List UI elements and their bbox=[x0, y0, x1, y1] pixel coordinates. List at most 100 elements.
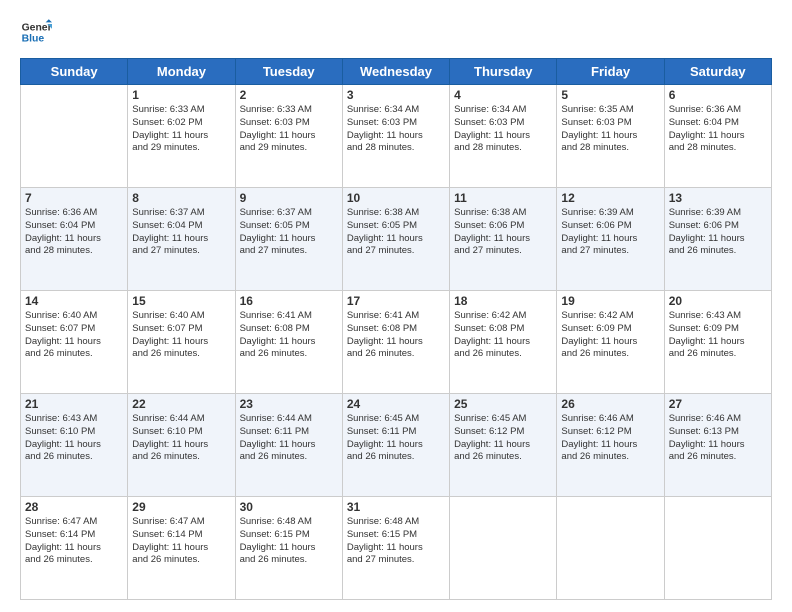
calendar-cell: 20 Sunrise: 6:43 AM Sunset: 6:09 PM Dayli… bbox=[664, 291, 771, 394]
calendar-cell: 24 Sunrise: 6:45 AM Sunset: 6:11 PM Dayli… bbox=[342, 394, 449, 497]
day-info: Sunrise: 6:48 AM Sunset: 6:15 PM Dayligh… bbox=[240, 516, 338, 567]
day-info: Sunrise: 6:46 AM Sunset: 6:12 PM Dayligh… bbox=[561, 413, 659, 464]
day-info: Sunrise: 6:34 AM Sunset: 6:03 PM Dayligh… bbox=[347, 104, 445, 155]
calendar-cell: 27Sunrise: 6:46 AM Sunset: 6:13 PM Dayli… bbox=[664, 394, 771, 497]
calendar-week-row: 1 Sunrise: 6:33 AM Sunset: 6:02 PM Daylig… bbox=[21, 85, 772, 188]
day-number: 29 bbox=[132, 500, 230, 514]
calendar-header-monday: Monday bbox=[128, 59, 235, 85]
calendar-cell bbox=[557, 497, 664, 600]
day-number: 18 bbox=[454, 294, 552, 308]
day-number: 31 bbox=[347, 500, 445, 514]
calendar-cell: 5 Sunrise: 6:35 AM Sunset: 6:03 PM Daylig… bbox=[557, 85, 664, 188]
calendar-week-row: 21 Sunrise: 6:43 AM Sunset: 6:10 PM Dayli… bbox=[21, 394, 772, 497]
day-number: 10 bbox=[347, 191, 445, 205]
day-info: Sunrise: 6:40 AM Sunset: 6:07 PM Dayligh… bbox=[25, 310, 123, 361]
calendar-cell: 29 Sunrise: 6:47 AM Sunset: 6:14 PM Dayli… bbox=[128, 497, 235, 600]
day-info: Sunrise: 6:33 AM Sunset: 6:03 PM Dayligh… bbox=[240, 104, 338, 155]
calendar-header-row: SundayMondayTuesdayWednesdayThursdayFrid… bbox=[21, 59, 772, 85]
svg-text:Blue: Blue bbox=[22, 34, 45, 45]
calendar-week-row: 7 Sunrise: 6:36 AM Sunset: 6:04 PM Daylig… bbox=[21, 188, 772, 291]
calendar-cell: 10 Sunrise: 6:38 AM Sunset: 6:05 PM Dayli… bbox=[342, 188, 449, 291]
day-info: Sunrise: 6:42 AM Sunset: 6:09 PM Dayligh… bbox=[561, 310, 659, 361]
calendar-cell: 7 Sunrise: 6:36 AM Sunset: 6:04 PM Daylig… bbox=[21, 188, 128, 291]
day-info: Sunrise: 6:37 AM Sunset: 6:05 PM Dayligh… bbox=[240, 207, 338, 258]
day-number: 24 bbox=[347, 397, 445, 411]
calendar-cell: 1 Sunrise: 6:33 AM Sunset: 6:02 PM Daylig… bbox=[128, 85, 235, 188]
calendar-cell: 13 Sunrise: 6:39 AM Sunset: 6:06 PM Dayli… bbox=[664, 188, 771, 291]
calendar-cell: 15Sunrise: 6:40 AM Sunset: 6:07 PM Dayli… bbox=[128, 291, 235, 394]
calendar-header-sunday: Sunday bbox=[21, 59, 128, 85]
calendar-cell: 30 Sunrise: 6:48 AM Sunset: 6:15 PM Dayli… bbox=[235, 497, 342, 600]
day-info: Sunrise: 6:47 AM Sunset: 6:14 PM Dayligh… bbox=[25, 516, 123, 567]
day-info: Sunrise: 6:34 AM Sunset: 6:03 PM Dayligh… bbox=[454, 104, 552, 155]
calendar-header-saturday: Saturday bbox=[664, 59, 771, 85]
day-info: Sunrise: 6:38 AM Sunset: 6:06 PM Dayligh… bbox=[454, 207, 552, 258]
calendar-week-row: 14 Sunrise: 6:40 AM Sunset: 6:07 PM Dayli… bbox=[21, 291, 772, 394]
day-info: Sunrise: 6:44 AM Sunset: 6:11 PM Dayligh… bbox=[240, 413, 338, 464]
day-number: 16 bbox=[240, 294, 338, 308]
day-number: 13 bbox=[669, 191, 767, 205]
calendar-header-friday: Friday bbox=[557, 59, 664, 85]
day-number: 5 bbox=[561, 88, 659, 102]
day-number: 2 bbox=[240, 88, 338, 102]
calendar-cell bbox=[664, 497, 771, 600]
page: General Blue SundayMondayTuesdayWednesda… bbox=[0, 0, 792, 612]
day-number: 4 bbox=[454, 88, 552, 102]
calendar-cell: 11 Sunrise: 6:38 AM Sunset: 6:06 PM Dayli… bbox=[450, 188, 557, 291]
day-info: Sunrise: 6:36 AM Sunset: 6:04 PM Dayligh… bbox=[25, 207, 123, 258]
day-number: 6 bbox=[669, 88, 767, 102]
day-info: Sunrise: 6:43 AM Sunset: 6:10 PM Dayligh… bbox=[25, 413, 123, 464]
day-number: 22 bbox=[132, 397, 230, 411]
day-number: 30 bbox=[240, 500, 338, 514]
day-info: Sunrise: 6:45 AM Sunset: 6:11 PM Dayligh… bbox=[347, 413, 445, 464]
day-info: Sunrise: 6:41 AM Sunset: 6:08 PM Dayligh… bbox=[240, 310, 338, 361]
day-number: 7 bbox=[25, 191, 123, 205]
calendar-cell: 8 Sunrise: 6:37 AM Sunset: 6:04 PM Daylig… bbox=[128, 188, 235, 291]
calendar-header-tuesday: Tuesday bbox=[235, 59, 342, 85]
day-number: 20 bbox=[669, 294, 767, 308]
day-info: Sunrise: 6:47 AM Sunset: 6:14 PM Dayligh… bbox=[132, 516, 230, 567]
calendar-header-thursday: Thursday bbox=[450, 59, 557, 85]
calendar-cell: 9Sunrise: 6:37 AM Sunset: 6:05 PM Daylig… bbox=[235, 188, 342, 291]
day-info: Sunrise: 6:33 AM Sunset: 6:02 PM Dayligh… bbox=[132, 104, 230, 155]
day-number: 14 bbox=[25, 294, 123, 308]
calendar-cell bbox=[450, 497, 557, 600]
day-info: Sunrise: 6:39 AM Sunset: 6:06 PM Dayligh… bbox=[669, 207, 767, 258]
calendar-cell: 23 Sunrise: 6:44 AM Sunset: 6:11 PM Dayli… bbox=[235, 394, 342, 497]
day-info: Sunrise: 6:42 AM Sunset: 6:08 PM Dayligh… bbox=[454, 310, 552, 361]
day-number: 8 bbox=[132, 191, 230, 205]
day-info: Sunrise: 6:39 AM Sunset: 6:06 PM Dayligh… bbox=[561, 207, 659, 258]
header: General Blue bbox=[20, 16, 772, 48]
calendar-week-row: 28Sunrise: 6:47 AM Sunset: 6:14 PM Dayli… bbox=[21, 497, 772, 600]
day-number: 11 bbox=[454, 191, 552, 205]
day-number: 19 bbox=[561, 294, 659, 308]
calendar-table: SundayMondayTuesdayWednesdayThursdayFrid… bbox=[20, 58, 772, 600]
day-number: 12 bbox=[561, 191, 659, 205]
logo-icon: General Blue bbox=[20, 16, 52, 48]
day-info: Sunrise: 6:43 AM Sunset: 6:09 PM Dayligh… bbox=[669, 310, 767, 361]
day-info: Sunrise: 6:48 AM Sunset: 6:15 PM Dayligh… bbox=[347, 516, 445, 567]
calendar-cell: 25Sunrise: 6:45 AM Sunset: 6:12 PM Dayli… bbox=[450, 394, 557, 497]
day-number: 23 bbox=[240, 397, 338, 411]
calendar-cell bbox=[21, 85, 128, 188]
calendar-cell: 21 Sunrise: 6:43 AM Sunset: 6:10 PM Dayli… bbox=[21, 394, 128, 497]
calendar-header-wednesday: Wednesday bbox=[342, 59, 449, 85]
day-info: Sunrise: 6:37 AM Sunset: 6:04 PM Dayligh… bbox=[132, 207, 230, 258]
day-number: 21 bbox=[25, 397, 123, 411]
day-number: 3 bbox=[347, 88, 445, 102]
day-info: Sunrise: 6:38 AM Sunset: 6:05 PM Dayligh… bbox=[347, 207, 445, 258]
day-info: Sunrise: 6:40 AM Sunset: 6:07 PM Dayligh… bbox=[132, 310, 230, 361]
calendar-cell: 4 Sunrise: 6:34 AM Sunset: 6:03 PM Daylig… bbox=[450, 85, 557, 188]
day-number: 25 bbox=[454, 397, 552, 411]
calendar-cell: 3 Sunrise: 6:34 AM Sunset: 6:03 PM Daylig… bbox=[342, 85, 449, 188]
day-number: 1 bbox=[132, 88, 230, 102]
day-info: Sunrise: 6:44 AM Sunset: 6:10 PM Dayligh… bbox=[132, 413, 230, 464]
day-info: Sunrise: 6:35 AM Sunset: 6:03 PM Dayligh… bbox=[561, 104, 659, 155]
day-number: 17 bbox=[347, 294, 445, 308]
calendar-cell: 16 Sunrise: 6:41 AM Sunset: 6:08 PM Dayli… bbox=[235, 291, 342, 394]
calendar-cell: 22 Sunrise: 6:44 AM Sunset: 6:10 PM Dayli… bbox=[128, 394, 235, 497]
day-info: Sunrise: 6:41 AM Sunset: 6:08 PM Dayligh… bbox=[347, 310, 445, 361]
calendar-cell: 12 Sunrise: 6:39 AM Sunset: 6:06 PM Dayli… bbox=[557, 188, 664, 291]
calendar-cell: 6Sunrise: 6:36 AM Sunset: 6:04 PM Daylig… bbox=[664, 85, 771, 188]
day-info: Sunrise: 6:46 AM Sunset: 6:13 PM Dayligh… bbox=[669, 413, 767, 464]
